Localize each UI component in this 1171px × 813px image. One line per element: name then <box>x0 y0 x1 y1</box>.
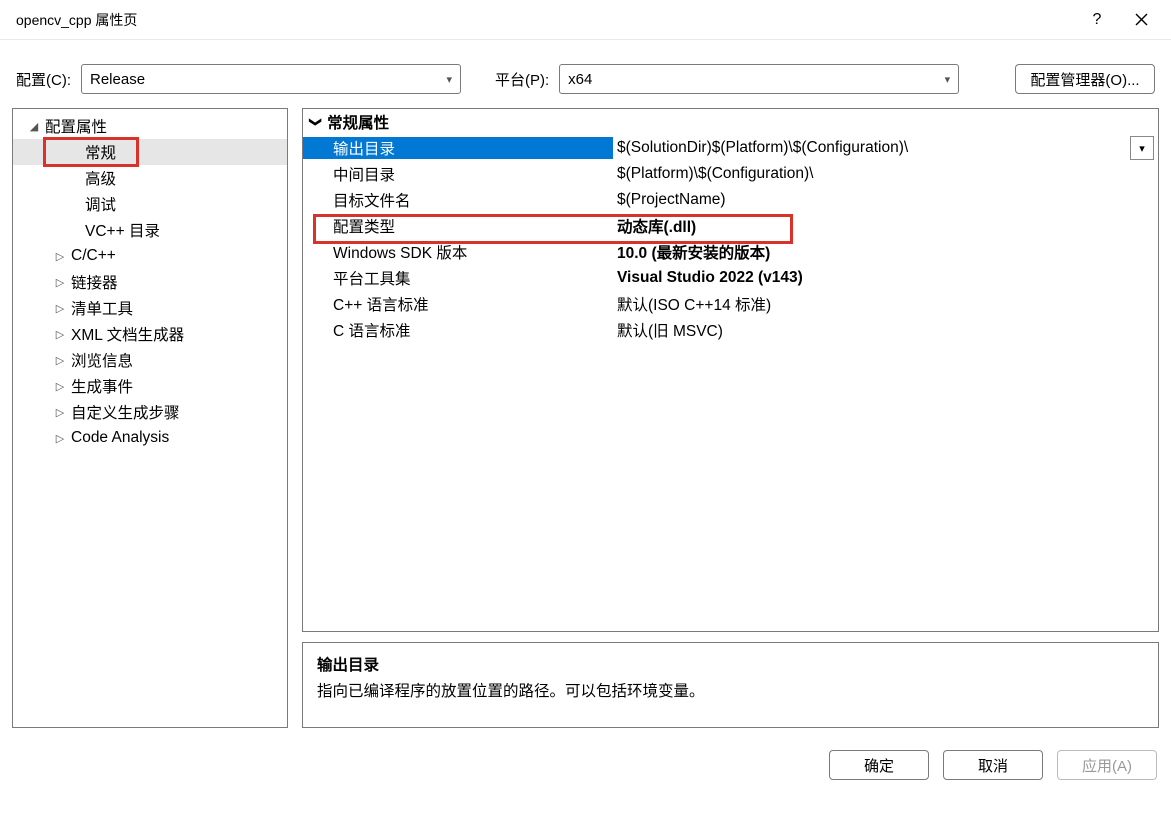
property-row[interactable]: Windows SDK 版本10.0 (最新安装的版本) <box>303 239 1158 265</box>
platform-value: x64 <box>568 71 592 88</box>
tree-item-label: VC++ 目录 <box>85 219 160 241</box>
tree-item-label: 配置属性 <box>45 115 107 137</box>
property-value[interactable]: 默认(ISO C++14 标准) <box>613 293 1158 315</box>
right-panel: ❯ 常规属性 输出目录$(SolutionDir)$(Platform)\$(C… <box>302 108 1159 728</box>
ok-button[interactable]: 确定 <box>829 750 929 780</box>
property-row[interactable]: 配置类型动态库(.dll) <box>303 213 1158 239</box>
property-row[interactable]: C++ 语言标准默认(ISO C++14 标准) <box>303 291 1158 317</box>
footer: 确定 取消 应用(A) <box>0 740 1171 780</box>
collapsed-icon[interactable]: ▷ <box>53 380 67 393</box>
property-row[interactable]: 平台工具集Visual Studio 2022 (v143) <box>303 265 1158 291</box>
window-title: opencv_cpp 属性页 <box>16 10 1079 30</box>
property-value[interactable]: 默认(旧 MSVC) <box>613 319 1158 341</box>
tree-item[interactable]: ▷ 自定义生成步骤 <box>13 399 287 425</box>
property-group-title: 常规属性 <box>327 111 389 133</box>
config-select[interactable]: Release ▾ <box>81 64 461 94</box>
tree-item-label: 浏览信息 <box>71 349 133 371</box>
tree-item[interactable]: ▷ 清单工具 <box>13 295 287 321</box>
chevron-down-icon: ▾ <box>1139 142 1145 155</box>
close-button[interactable] <box>1123 6 1159 34</box>
collapsed-icon[interactable]: ▷ <box>53 328 67 341</box>
platform-label: 平台(P): <box>495 69 549 90</box>
collapsed-icon[interactable]: ▷ <box>53 406 67 419</box>
property-value[interactable]: $(ProjectName) <box>613 191 1158 209</box>
tree-item-label: Code Analysis <box>71 429 169 447</box>
tree-item[interactable]: ▷ 生成事件 <box>13 373 287 399</box>
config-value: Release <box>90 71 145 88</box>
property-row[interactable]: C 语言标准默认(旧 MSVC) <box>303 317 1158 343</box>
main-area: ◢ 配置属性常规高级调试 VC++ 目录 ▷ C/C++ ▷ 链接器 ▷ 清单工具 ▷ XML 文档… <box>0 108 1171 740</box>
property-grid[interactable]: ❯ 常规属性 输出目录$(SolutionDir)$(Platform)\$(C… <box>302 108 1159 632</box>
collapsed-icon[interactable]: ▷ <box>53 250 67 263</box>
chevron-down-icon: ▾ <box>446 73 452 86</box>
tree-item[interactable]: ▷ 链接器 <box>13 269 287 295</box>
titlebar-controls: ? <box>1079 6 1159 34</box>
property-row[interactable]: 中间目录$(Platform)\$(Configuration)\ <box>303 161 1158 187</box>
tree-item-label: 链接器 <box>71 271 118 293</box>
property-name: C 语言标准 <box>303 319 613 341</box>
property-name: 平台工具集 <box>303 267 613 289</box>
property-value[interactable]: $(Platform)\$(Configuration)\ <box>613 165 1158 183</box>
platform-select[interactable]: x64 ▾ <box>559 64 959 94</box>
config-row: 配置(C): Release ▾ 平台(P): x64 ▾ 配置管理器(O)..… <box>0 40 1171 108</box>
apply-button[interactable]: 应用(A) <box>1057 750 1157 780</box>
property-name: Windows SDK 版本 <box>303 241 613 263</box>
tree-item-label: 常规 <box>85 141 116 163</box>
collapsed-icon[interactable]: ▷ <box>53 302 67 315</box>
property-value[interactable]: 动态库(.dll) <box>613 215 1158 237</box>
tree-item[interactable]: ▷ C/C++ <box>13 243 287 269</box>
tree-item-label: 高级 <box>85 167 116 189</box>
property-name: C++ 语言标准 <box>303 293 613 315</box>
description-panel: 输出目录 指向已编译程序的放置位置的路径。可以包括环境变量。 <box>302 642 1159 728</box>
tree-item-label: 生成事件 <box>71 375 133 397</box>
close-icon <box>1135 13 1148 26</box>
property-name: 中间目录 <box>303 163 613 185</box>
tree-item[interactable]: VC++ 目录 <box>13 217 287 243</box>
collapsed-icon[interactable]: ▷ <box>53 432 67 445</box>
chevron-down-icon: ❯ <box>309 117 323 127</box>
tree-item-label: XML 文档生成器 <box>71 323 184 345</box>
tree-item[interactable]: ▷ Code Analysis <box>13 425 287 451</box>
property-row[interactable]: 目标文件名$(ProjectName) <box>303 187 1158 213</box>
tree-panel[interactable]: ◢ 配置属性常规高级调试 VC++ 目录 ▷ C/C++ ▷ 链接器 ▷ 清单工具 ▷ XML 文档… <box>12 108 288 728</box>
property-value[interactable]: $(SolutionDir)$(Platform)\$(Configuratio… <box>613 139 1130 157</box>
titlebar: opencv_cpp 属性页 ? <box>0 0 1171 40</box>
tree-item-label: 调试 <box>85 193 116 215</box>
tree-item[interactable]: ▷ 浏览信息 <box>13 347 287 373</box>
cancel-button[interactable]: 取消 <box>943 750 1043 780</box>
config-label: 配置(C): <box>16 69 71 90</box>
tree-item[interactable]: 调试 <box>13 191 287 217</box>
config-manager-button[interactable]: 配置管理器(O)... <box>1015 64 1155 94</box>
tree-item[interactable]: ▷ XML 文档生成器 <box>13 321 287 347</box>
tree-item[interactable]: 高级 <box>13 165 287 191</box>
chevron-down-icon: ▾ <box>945 73 951 86</box>
property-name: 目标文件名 <box>303 189 613 211</box>
tree-root-item[interactable]: ◢ 配置属性 <box>13 113 287 139</box>
property-value[interactable]: 10.0 (最新安装的版本) <box>613 241 1158 263</box>
property-row[interactable]: 输出目录$(SolutionDir)$(Platform)\$(Configur… <box>303 135 1158 161</box>
collapsed-icon[interactable]: ▷ <box>53 276 67 289</box>
help-button[interactable]: ? <box>1079 6 1115 34</box>
expanded-icon[interactable]: ◢ <box>27 120 41 133</box>
description-title: 输出目录 <box>317 653 1144 675</box>
description-text: 指向已编译程序的放置位置的路径。可以包括环境变量。 <box>317 679 1144 701</box>
dropdown-button[interactable]: ▾ <box>1130 136 1154 160</box>
property-name: 配置类型 <box>303 215 613 237</box>
tree-item-label: 自定义生成步骤 <box>71 401 180 423</box>
property-group-header[interactable]: ❯ 常规属性 <box>303 109 1158 135</box>
property-name: 输出目录 <box>303 137 613 159</box>
tree-item[interactable]: 常规 <box>13 139 287 165</box>
tree-item-label: 清单工具 <box>71 297 133 319</box>
property-value[interactable]: Visual Studio 2022 (v143) <box>613 269 1158 287</box>
tree-item-label: C/C++ <box>71 247 116 265</box>
collapsed-icon[interactable]: ▷ <box>53 354 67 367</box>
